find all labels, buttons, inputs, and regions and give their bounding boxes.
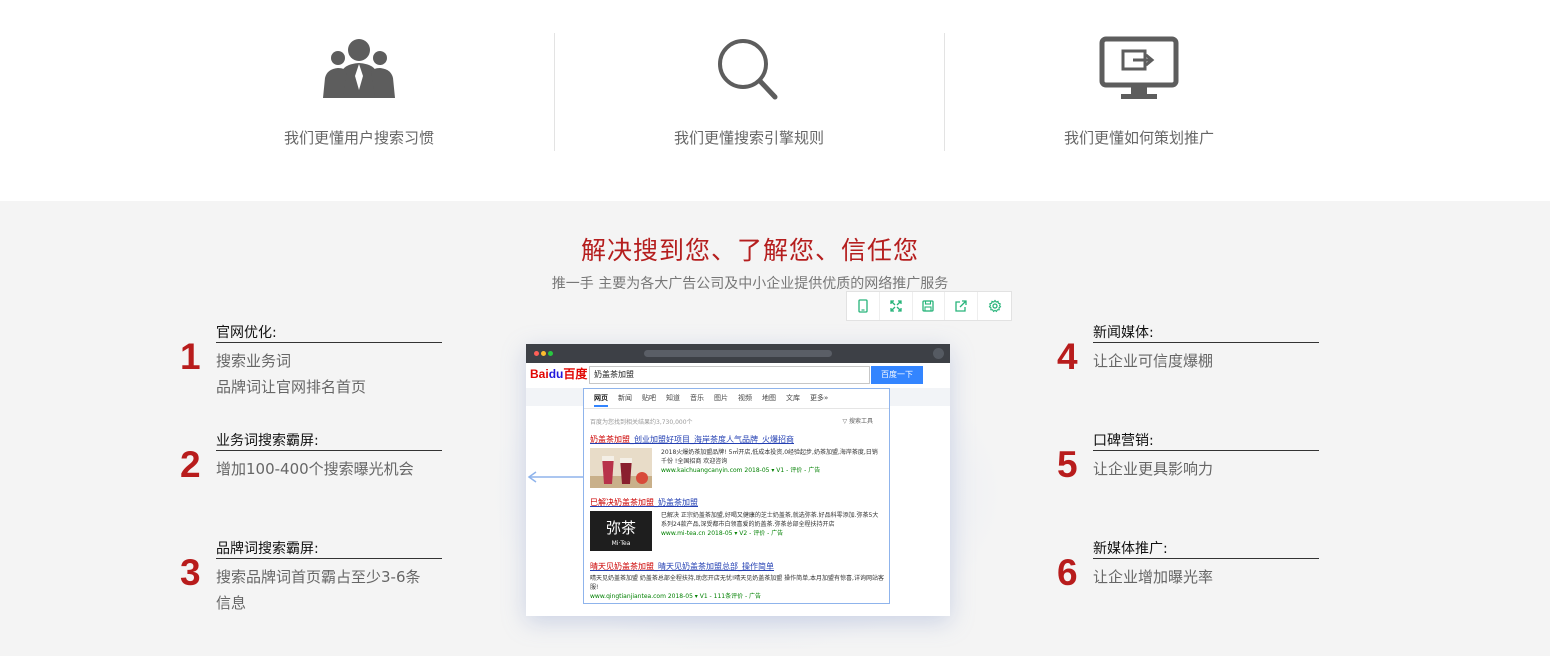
mobile-icon: [858, 299, 868, 313]
save-icon: [922, 300, 935, 312]
section-title: 解决搜到您、了解您、信任您: [580, 236, 919, 265]
tab-video: 视频: [738, 394, 752, 402]
item-desc: 搜索业务词 品牌词让官网排名首页: [216, 348, 442, 400]
feature-promotion-planning: 我们更懂如何策划推广: [944, 0, 1334, 201]
divider: [584, 408, 889, 409]
search-result: 巳解决奶盖茶加盟_奶盖茶加盟 弥茶 Mi·Tea 巳解决 正宗奶盖茶加盟,好喝又…: [590, 497, 885, 561]
item-title: 新闻媒体:: [1093, 322, 1319, 343]
features-section: 我们更懂用户搜索习惯 我们更懂搜索引擎规则 我们更懂如何策划推广: [0, 0, 1550, 201]
baidu-logo: Baidu百度: [530, 367, 588, 381]
item-desc-line: 信息: [216, 594, 247, 612]
search-result-screenshot: Baidu百度 奶盖茶加盟 百度一下 网页 新闻 贴吧 知道 音乐 图片 视频 …: [526, 344, 950, 616]
item-number: 3: [180, 552, 201, 593]
feature-user-habits: 我们更懂用户搜索习惯: [164, 0, 554, 201]
result-snippet: 巳解决 正宗奶盖茶加盟,好喝又健康的芝士奶盖茶,就选弥茶.好品科零添加.弥茶5大…: [661, 512, 879, 537]
item-desc-line: 增加100-400个搜索曝光机会: [216, 460, 414, 478]
item-desc: 让企业更具影响力: [1093, 456, 1319, 482]
result-title: 巳解决奶盖茶加盟_奶盖茶加盟: [590, 498, 698, 507]
tab-more: 更多»: [810, 394, 829, 402]
close-dot-icon: [534, 351, 539, 356]
image-toolbar: [846, 291, 1012, 321]
address-bar: [644, 350, 832, 357]
tab-news: 新闻: [618, 394, 632, 402]
service-item-3: 3 品牌词搜索霸屏: 搜索品牌词首页霸占至少3-6条 信息: [180, 538, 442, 618]
item-title: 业务词搜索霸屏:: [216, 430, 442, 451]
mitea-logo-thumbnail: 弥茶 Mi·Tea: [590, 511, 652, 551]
item-desc-line: 让企业更具影响力: [1093, 460, 1214, 478]
item-title: 官网优化:: [216, 322, 442, 343]
arrow-left-icon: [527, 471, 584, 483]
item-number: 4: [1057, 336, 1078, 377]
settings-icon: [988, 299, 1001, 313]
search-tools: ▽ 搜索工具: [842, 418, 873, 425]
milk-tea-thumbnail: [590, 448, 652, 488]
item-desc: 增加100-400个搜索曝光机会: [216, 456, 442, 482]
item-number: 1: [180, 336, 201, 377]
search-icon: [718, 39, 778, 100]
search-result: 晴天见奶盖茶加盟_晴天见奶盖茶加盟总部_操作简单 晴天见奶盖茶加盟 奶盖茶总部全…: [590, 561, 885, 601]
tab-music: 音乐: [690, 394, 704, 402]
item-title: 口碑营销:: [1093, 430, 1319, 451]
services-section: 解决搜到您、了解您、信任您 推一手 主要为各大广告公司及中小企业提供优质的网络推…: [0, 201, 1550, 656]
tab-zhidao: 知道: [666, 394, 680, 402]
tab-wenku: 文库: [786, 394, 800, 402]
svg-text:弥茶: 弥茶: [606, 519, 636, 537]
tab-images: 图片: [714, 394, 728, 402]
results-panel: 网页 新闻 贴吧 知道 音乐 图片 视频 地图 文库 更多» 百度为您找到相关结…: [583, 388, 890, 604]
result-title: 晴天见奶盖茶加盟_晴天见奶盖茶加盟总部_操作简单: [590, 562, 774, 571]
item-number: 5: [1057, 444, 1078, 485]
result-snippet: 2018火爆奶茶加盟品牌! 5㎡开店,低成本投资,0经验起步,奶茶加盟,海岸茶度…: [661, 449, 878, 474]
tab-web: 网页: [594, 393, 608, 407]
monitor-icon: [1099, 36, 1179, 99]
item-number: 6: [1057, 552, 1078, 593]
item-number: 2: [180, 444, 201, 485]
section-subtitle: 推一手 主要为各大广告公司及中小企业提供优质的网络推广服务: [551, 276, 949, 292]
item-desc: 搜索品牌词首页霸占至少3-6条 信息: [216, 564, 442, 616]
browser-menu-icon: [933, 348, 944, 359]
item-desc-line: 品牌词让官网排名首页: [216, 378, 367, 396]
item-desc-line: 搜索品牌词首页霸占至少3-6条: [216, 568, 421, 586]
share-icon: [955, 300, 967, 312]
item-title: 品牌词搜索霸屏:: [216, 538, 442, 559]
result-snippet: 晴天见奶盖茶加盟 奶盖茶总部全程扶持,助您开店无忧!晴天见奶盖茶加盟 操作简单,…: [590, 575, 884, 600]
svg-text:Mi·Tea: Mi·Tea: [612, 540, 631, 547]
feature-caption: 我们更懂如何策划推广: [1063, 129, 1214, 147]
result-tabs: 网页 新闻 贴吧 知道 音乐 图片 视频 地图 文库 更多»: [584, 393, 889, 407]
feature-search-rules: 我们更懂搜索引擎规则: [554, 0, 944, 201]
search-query-box: 奶盖茶加盟: [589, 366, 870, 384]
item-desc: 让企业可信度爆棚: [1093, 348, 1319, 374]
tab-tieba: 贴吧: [642, 394, 656, 402]
item-title: 新媒体推广:: [1093, 538, 1319, 559]
item-desc-line: 搜索业务词: [216, 352, 292, 370]
fullscreen-icon: [890, 300, 902, 312]
result-title: 奶盖茶加盟_创业加盟好项目_海岸茶度人气品牌_火爆招商: [590, 435, 794, 444]
service-item-5: 5 口碑营销: 让企业更具影响力: [1057, 430, 1319, 510]
item-desc: 让企业增加曝光率: [1093, 564, 1319, 590]
service-item-6: 6 新媒体推广: 让企业增加曝光率: [1057, 538, 1319, 618]
service-item-1: 1 官网优化: 搜索业务词 品牌词让官网排名首页: [180, 322, 442, 402]
users-icon: [323, 39, 395, 98]
item-desc-line: 让企业增加曝光率: [1093, 568, 1214, 586]
maximize-dot-icon: [548, 351, 553, 356]
fullscreen-button[interactable]: [880, 292, 913, 320]
share-button[interactable]: [945, 292, 979, 320]
feature-caption: 我们更懂搜索引擎规则: [673, 129, 824, 147]
minimize-dot-icon: [541, 351, 546, 356]
mobile-view-button[interactable]: [847, 292, 880, 320]
search-button: 百度一下: [871, 366, 923, 384]
service-item-2: 2 业务词搜索霸屏: 增加100-400个搜索曝光机会: [180, 430, 442, 510]
browser-titlebar: [526, 344, 950, 363]
item-desc-line: 让企业可信度爆棚: [1093, 352, 1214, 370]
settings-button[interactable]: [978, 292, 1011, 320]
result-count: 百度为您找到相关结果约3,730,000个: [590, 419, 693, 426]
search-result: 奶盖茶加盟_创业加盟好项目_海岸茶度人气品牌_火爆招商 2018火爆奶茶加盟品牌…: [590, 434, 885, 498]
service-item-4: 4 新闻媒体: 让企业可信度爆棚: [1057, 322, 1319, 402]
feature-caption: 我们更懂用户搜索习惯: [283, 129, 434, 147]
save-button[interactable]: [913, 292, 946, 320]
tab-map: 地图: [762, 394, 776, 402]
